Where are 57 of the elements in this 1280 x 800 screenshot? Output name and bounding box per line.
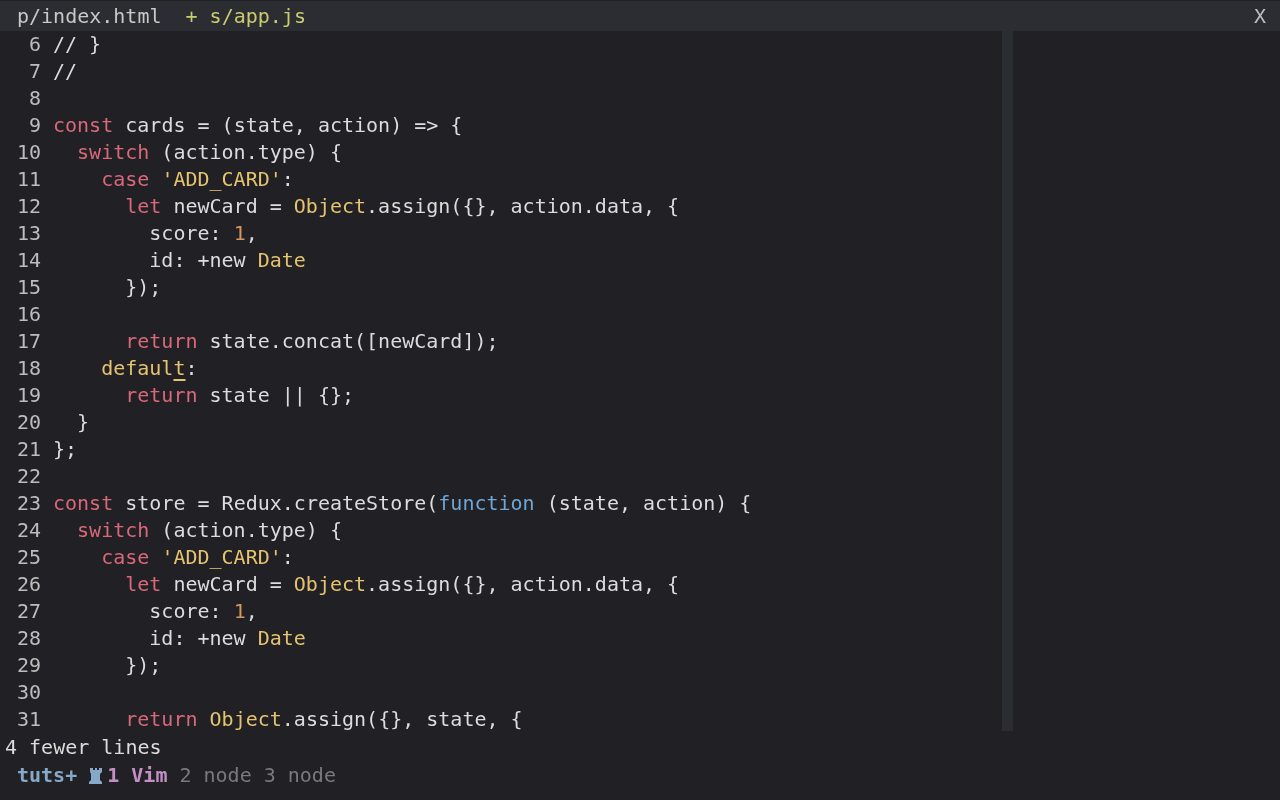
code-line: }; (53, 436, 78, 463)
code-line: switch (action.type) { (76, 139, 342, 166)
code-line: let newCard = Object.assign({}, action.data, { (124, 193, 680, 220)
code-line: return state || {}; (124, 382, 355, 409)
code-line: id: +new Date (148, 247, 306, 274)
code-line: return state.concat([newCard]); (124, 328, 499, 355)
line-number: 14 (15, 247, 41, 274)
line-number: 10 (15, 139, 41, 166)
window-tab[interactable]: 3 node (263, 763, 336, 787)
line-number: 9 (27, 112, 41, 139)
window-tab[interactable]: 2 node (179, 763, 252, 787)
line-number: 19 (15, 382, 41, 409)
line-number: 11 (15, 166, 41, 193)
code-line: const cards = (state, action) => { (53, 112, 463, 139)
line-number: 24 (15, 517, 41, 544)
line-number: 18 (15, 355, 41, 382)
command-message: 4 fewer lines (4, 734, 163, 761)
window-tab[interactable]: 1 Vim (107, 763, 168, 787)
line-number: 20 (15, 409, 41, 436)
line-number: 6 (27, 31, 41, 58)
line-number: 15 (15, 274, 41, 301)
line-number: 31 (15, 706, 41, 731)
code-line: default: (100, 355, 198, 382)
code-line: case 'ADD_CARD': (100, 544, 294, 571)
close-button[interactable]: X (1253, 4, 1266, 28)
line-number: 28 (15, 625, 41, 652)
line-number: 16 (15, 301, 41, 328)
code-line: score: 1, (148, 220, 258, 247)
line-number: 25 (15, 544, 41, 571)
file-tab[interactable]: + s/app.js (185, 2, 306, 30)
line-number: 26 (15, 571, 41, 598)
code-line: } (76, 409, 90, 436)
code-line: }); (124, 274, 162, 301)
line-number: 12 (15, 193, 41, 220)
line-number: 8 (27, 85, 41, 112)
line-number: 22 (15, 463, 41, 490)
code-line: }); (124, 652, 162, 679)
code-line: score: 1, (148, 598, 258, 625)
line-number: 29 (15, 652, 41, 679)
code-line: // (53, 58, 78, 85)
session-name: tuts+ (17, 763, 78, 787)
code-line: const store = Redux.createStore(function (state, action) { (53, 490, 752, 517)
code-line: case 'ADD_CARD': (100, 166, 294, 193)
code-line: // } (53, 31, 102, 58)
line-number: 27 (15, 598, 41, 625)
line-number: 17 (15, 328, 41, 355)
file-tab[interactable]: p/index.html (17, 2, 162, 30)
line-number: 13 (15, 220, 41, 247)
code-line: return Object.assign({}, state, { (124, 706, 523, 731)
line-number: 30 (15, 679, 41, 706)
code-line: switch (action.type) { (76, 517, 342, 544)
line-number: 23 (15, 490, 41, 517)
line-number: 7 (27, 58, 41, 85)
rook-icon (89, 766, 104, 784)
code-line: id: +new Date (148, 625, 306, 652)
line-number: 21 (15, 436, 41, 463)
code-line: let newCard = Object.assign({}, action.data, { (124, 571, 680, 598)
